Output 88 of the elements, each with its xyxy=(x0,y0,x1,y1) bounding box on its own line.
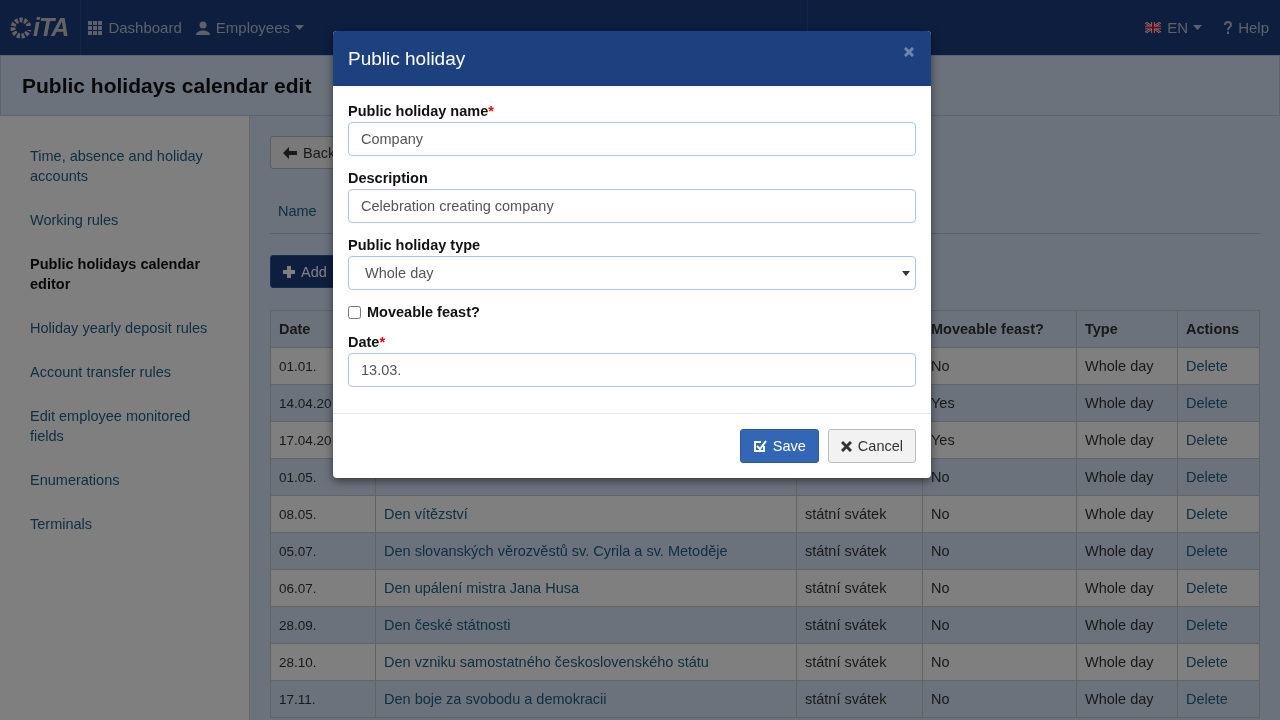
column-header: Type xyxy=(1076,310,1178,348)
table-cell: No xyxy=(922,643,1077,681)
table-cell: No xyxy=(922,495,1077,533)
select-field[interactable]: Whole day xyxy=(348,256,916,290)
arrow-left-icon xyxy=(283,146,297,159)
nav-item[interactable]: Dashboard xyxy=(81,19,189,36)
question-icon xyxy=(1224,21,1233,34)
checkbox[interactable] xyxy=(348,305,361,319)
nav-item[interactable]: Employees xyxy=(188,19,311,36)
sidebar-item[interactable]: Enumerations xyxy=(30,470,220,490)
field-label: Public holiday type xyxy=(348,237,481,253)
sidebar-item[interactable]: Terminals xyxy=(30,514,220,534)
language-menu[interactable]: EN xyxy=(1138,19,1210,36)
close-icon xyxy=(904,46,914,57)
table-cell: 06.07. xyxy=(270,569,376,607)
table-cell: No xyxy=(922,569,1077,607)
sidebar-item[interactable]: Time, absence and holiday accounts xyxy=(30,146,220,186)
table-cell: státní svátek xyxy=(796,532,923,570)
caret-icon xyxy=(902,270,910,276)
holiday-link[interactable]: Den boje za svobodu a demokracii xyxy=(375,680,797,718)
delete-link[interactable]: Delete xyxy=(1177,569,1260,607)
table-cell: státní svátek xyxy=(796,643,923,681)
close-icon xyxy=(840,440,852,452)
table-cell: No xyxy=(922,680,1077,718)
sidebar-item[interactable]: Account transfer rules xyxy=(30,362,220,382)
table-cell: 28.10. xyxy=(270,643,376,681)
help-link[interactable]: Help xyxy=(1217,19,1276,36)
column-header: Actions xyxy=(1177,310,1260,348)
delete-link[interactable]: Delete xyxy=(1177,347,1260,385)
table-cell: No xyxy=(922,532,1077,570)
check-icon xyxy=(752,439,767,453)
table-cell: 17.11. xyxy=(270,680,376,718)
ring-icon xyxy=(10,16,32,39)
table-cell: Whole day xyxy=(1076,458,1178,496)
delete-link[interactable]: Delete xyxy=(1177,458,1260,496)
save-button[interactable]: Save xyxy=(739,429,819,463)
field-label: Public holiday name xyxy=(348,103,489,119)
required-asterisk: * xyxy=(379,334,386,350)
holiday-link[interactable]: Den vítězství xyxy=(375,495,797,533)
table-cell: 05.07. xyxy=(270,532,376,570)
holiday-link[interactable]: Den slovanských věrozvěstů sv. Cyrila a sv. Metoděje xyxy=(375,532,797,570)
table-cell: Whole day xyxy=(1076,569,1178,607)
delete-link[interactable]: Delete xyxy=(1177,421,1260,459)
holiday-link[interactable]: Den české státnosti xyxy=(375,606,797,644)
plus-icon xyxy=(283,265,295,278)
table-cell: Whole day xyxy=(1076,495,1178,533)
tab[interactable]: Name xyxy=(270,193,325,233)
page-title: Public holidays calendar edit xyxy=(22,73,312,98)
delete-link[interactable]: Delete xyxy=(1177,532,1260,570)
table-cell: Whole day xyxy=(1076,680,1178,718)
table-cell: státní svátek xyxy=(796,569,923,607)
modal-title: Public holiday xyxy=(348,47,466,70)
table-cell: Whole day xyxy=(1076,643,1178,681)
holiday-link[interactable]: Den upálení mistra Jana Husa xyxy=(375,569,797,607)
table-cell: 28.09. xyxy=(270,606,376,644)
sidebar-item[interactable]: Edit employee monitored fields xyxy=(30,406,220,446)
cancel-button[interactable]: Cancel xyxy=(827,429,916,463)
required-asterisk: * xyxy=(488,103,494,119)
delete-link[interactable]: Delete xyxy=(1177,643,1260,681)
delete-link[interactable]: Delete xyxy=(1177,680,1260,718)
delete-link[interactable]: Delete xyxy=(1177,384,1260,422)
grid-icon xyxy=(88,20,103,35)
table-cell: 08.05. xyxy=(270,495,376,533)
close-button[interactable] xyxy=(902,44,916,59)
sidebar-item[interactable]: Holiday yearly deposit rules xyxy=(30,318,220,338)
table-cell: státní svátek xyxy=(796,680,923,718)
logo-text: iTA xyxy=(33,13,69,42)
input-field[interactable]: Celebration creating company xyxy=(348,189,916,223)
holiday-link[interactable]: Den vzniku samostatného československého státu xyxy=(375,643,797,681)
input-field[interactable]: Company xyxy=(348,122,916,156)
table-cell: státní svátek xyxy=(796,495,923,533)
table-cell: Whole day xyxy=(1076,532,1178,570)
delete-link[interactable]: Delete xyxy=(1177,606,1260,644)
sidebar-item[interactable]: Public holidays calendar editor xyxy=(30,254,220,294)
table-cell: Whole day xyxy=(1076,384,1178,422)
input-field[interactable]: 13.03. xyxy=(348,353,916,387)
select-value: Whole day xyxy=(365,265,434,281)
table-cell: Whole day xyxy=(1076,421,1178,459)
user-icon xyxy=(195,20,210,35)
table-cell: No xyxy=(922,606,1077,644)
delete-link[interactable]: Delete xyxy=(1177,495,1260,533)
table-cell: Whole day xyxy=(1076,606,1178,644)
table-cell: Whole day xyxy=(1076,347,1178,385)
field-label: Description xyxy=(348,170,428,186)
caret-icon xyxy=(1193,25,1203,30)
sidebar-item[interactable]: Working rules xyxy=(30,210,220,230)
flag-icon xyxy=(1145,22,1162,33)
table-cell: státní svátek xyxy=(796,606,923,644)
